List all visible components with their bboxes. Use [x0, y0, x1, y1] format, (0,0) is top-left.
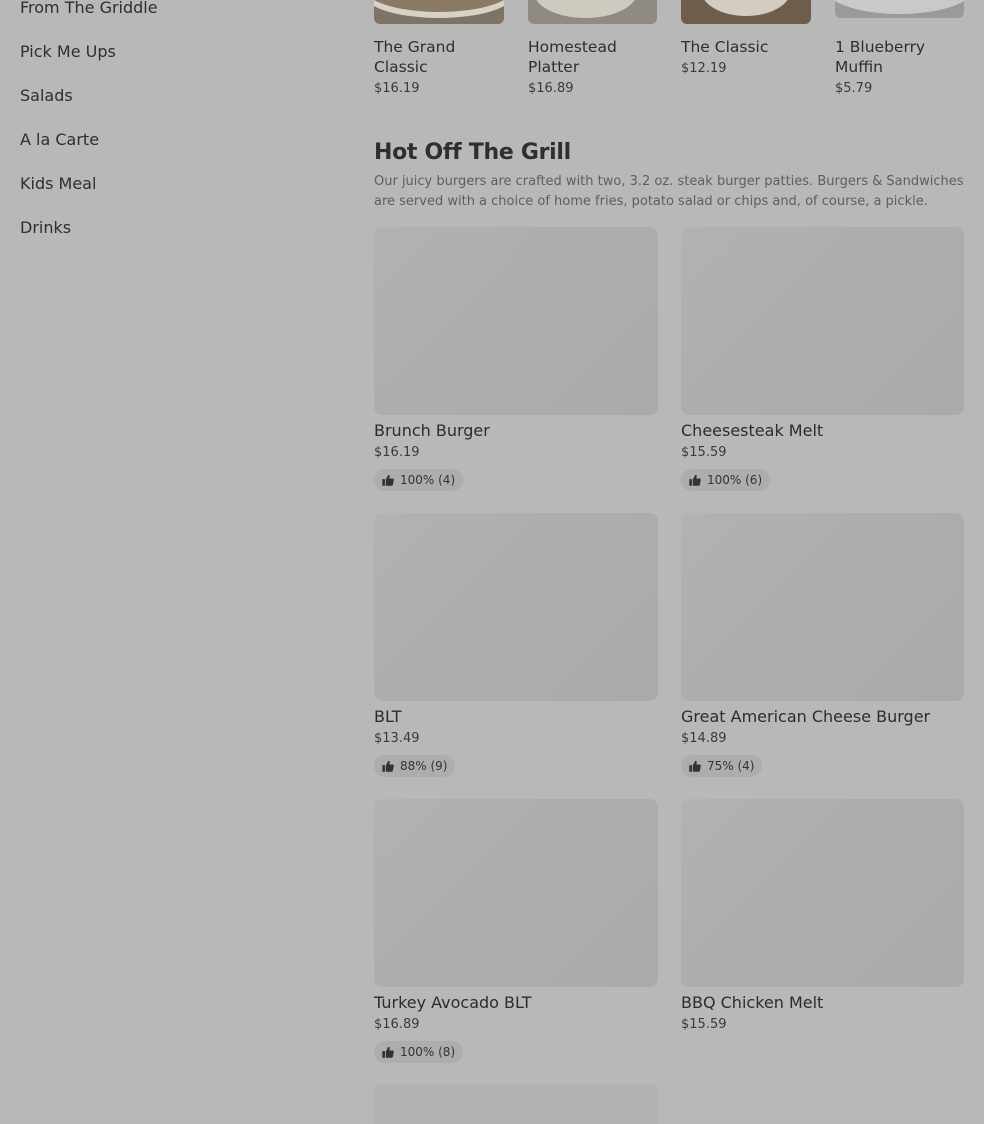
sidebar-item-drinks[interactable]: Drinks [20, 218, 71, 237]
menu-item-the-grand-classic[interactable]: The Grand Classic $16.19 [374, 0, 504, 96]
item-name: Brunch Burger [374, 421, 490, 440]
thumbs-up-icon [382, 1046, 394, 1058]
item-price: $14.89 [681, 731, 727, 746]
rating-text: 100% (8) [400, 1045, 456, 1059]
item-photo-placeholder [681, 799, 964, 987]
sidebar-item-kids-meal[interactable]: Kids Meal [20, 174, 96, 193]
rating-badge: 100% (4) [374, 469, 464, 491]
item-name: Homestead Platter [528, 38, 617, 76]
thumbs-up-icon [689, 760, 701, 772]
item-photo-placeholder [681, 513, 964, 701]
item-photo [681, 0, 811, 24]
menu-card-bbq-chicken-melt[interactable]: BBQ Chicken Melt $15.59 [681, 799, 964, 1032]
item-price: $16.19 [374, 81, 420, 96]
item-name: The Grand Classic [374, 38, 456, 76]
sidebar-item-pick-me-ups[interactable]: Pick Me Ups [20, 42, 116, 61]
item-price: $13.49 [374, 731, 420, 746]
thumbs-up-icon [382, 474, 394, 486]
menu-item-1-blueberry-muffin[interactable]: 1 Blueberry Muffin $5.79 [835, 0, 964, 96]
rating-badge: 100% (6) [681, 469, 771, 491]
menu-item-the-classic[interactable]: The Classic $12.19 [681, 0, 811, 76]
rating-badge: 75% (4) [681, 755, 763, 777]
menu-card-blt[interactable]: BLT $13.49 88% (9) [374, 513, 658, 777]
rating-text: 100% (4) [400, 473, 456, 487]
sidebar-item-from-the-griddle[interactable]: From The Griddle [20, 0, 158, 17]
item-price: $16.89 [528, 81, 574, 96]
menu-card-partial[interactable] [374, 1084, 658, 1124]
sidebar-item-a-la-carte[interactable]: A la Carte [20, 130, 99, 149]
rating-text: 75% (4) [707, 759, 755, 773]
item-name: Turkey Avocado BLT [374, 993, 532, 1012]
item-photo-placeholder [374, 227, 658, 415]
item-photo-placeholder [374, 513, 658, 701]
menu-card-turkey-avocado-blt[interactable]: Turkey Avocado BLT $16.89 100% (8) [374, 799, 658, 1063]
item-photo [528, 0, 657, 24]
item-name: Great American Cheese Burger [681, 707, 931, 726]
item-price: $12.19 [681, 61, 727, 76]
menu-item-homestead-platter[interactable]: Homestead Platter $16.89 [528, 0, 657, 96]
menu-card-brunch-burger[interactable]: Brunch Burger $16.19 100% (4) [374, 227, 658, 491]
item-photo [835, 0, 964, 18]
item-price: $16.89 [374, 1017, 420, 1032]
item-price: $5.79 [835, 81, 873, 96]
rating-text: 88% (9) [400, 759, 448, 773]
item-name: The Classic [681, 38, 769, 56]
rating-badge: 100% (8) [374, 1041, 464, 1063]
menu-card-cheesesteak-melt[interactable]: Cheesesteak Melt $15.59 100% (6) [681, 227, 964, 491]
section-description: Our juicy burgers are crafted with two, … [374, 174, 964, 209]
item-name: 1 Blueberry Muffin [835, 38, 926, 76]
item-photo-placeholder [681, 227, 964, 415]
item-price: $15.59 [681, 445, 727, 460]
thumbs-up-icon [689, 474, 701, 486]
item-price: $15.59 [681, 1017, 727, 1032]
section-title: Hot Off The Grill [374, 140, 571, 165]
sidebar-item-salads[interactable]: Salads [20, 86, 73, 105]
menu-card-great-american-cheese-burger[interactable]: Great American Cheese Burger $14.89 75% … [681, 513, 964, 777]
rating-badge: 88% (9) [374, 755, 456, 777]
item-photo-placeholder [374, 799, 658, 987]
thumbs-up-icon [382, 760, 394, 772]
rating-text: 100% (6) [707, 473, 763, 487]
item-name: BBQ Chicken Melt [681, 993, 824, 1012]
item-price: $16.19 [374, 445, 420, 460]
item-name: BLT [374, 707, 402, 726]
item-name: Cheesesteak Melt [681, 421, 824, 440]
item-photo [374, 0, 504, 24]
